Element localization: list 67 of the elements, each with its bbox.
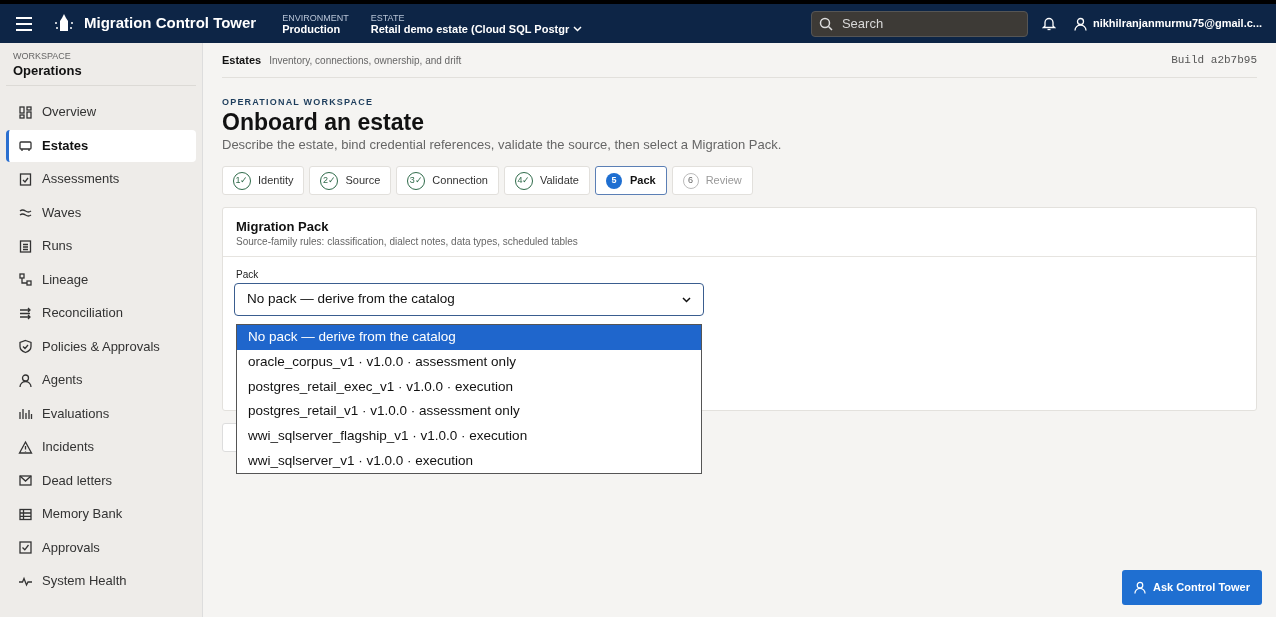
step-tab[interactable]: 5 Pack xyxy=(594,166,667,195)
sidebar-item[interactable]: Memory Bank xyxy=(6,498,196,530)
menu-icon[interactable] xyxy=(16,16,32,31)
sidebar-item[interactable]: Dead letters xyxy=(6,464,196,497)
dropdown-option[interactable]: No pack — derive from the catalog xyxy=(237,325,701,350)
sidebar-item[interactable]: Incidents xyxy=(6,431,196,463)
estate-selector[interactable]: ESTATE Retail demo estate (Cloud SQL Postgr xyxy=(370,12,583,35)
step-tab[interactable]: 1✓ Identity xyxy=(222,166,305,195)
dashboard-icon xyxy=(18,104,33,120)
sidebar-item[interactable]: Overview xyxy=(6,96,196,128)
shield-icon xyxy=(18,339,33,354)
sidebar-item[interactable]: Reconciliation xyxy=(6,297,196,329)
dropdown-option[interactable]: wwi_sqlserver_flagship_v1 · v1.0.0 · execution xyxy=(237,423,701,449)
sidebar-item[interactable]: Approvals xyxy=(6,531,196,564)
search-field[interactable]: Search xyxy=(810,10,1028,37)
step-tab[interactable]: 3✓ Connection xyxy=(396,166,499,195)
chevron-down-icon xyxy=(573,26,583,32)
section-title: Estates xyxy=(222,52,262,68)
page-title: Onboard an estate xyxy=(222,108,425,136)
field-label: Pack xyxy=(236,268,260,281)
document-icon xyxy=(18,238,33,254)
eyebrow-label: OPERATIONAL WORKSPACE xyxy=(222,97,375,108)
sidebar-item[interactable]: Agents xyxy=(6,364,196,396)
card-title: Migration Pack xyxy=(236,219,330,235)
checkbox-icon xyxy=(18,540,33,555)
pack-select[interactable]: No pack — derive from the catalog xyxy=(234,283,704,316)
mail-icon xyxy=(18,473,33,488)
app-title: Migration Control Tower xyxy=(84,13,257,34)
lineage-icon xyxy=(18,272,33,287)
clipboard-icon xyxy=(18,171,33,187)
step-tab[interactable]: 6 Review xyxy=(671,166,753,195)
user-icon xyxy=(1134,581,1146,594)
arrows-icon xyxy=(18,305,33,321)
environment-value: Production xyxy=(282,23,342,35)
build-label: Build a2b7b95 xyxy=(1171,52,1257,68)
sidebar-item[interactable]: Runs xyxy=(6,230,196,262)
sidebar-item[interactable]: Estates xyxy=(6,129,196,162)
environment-label: ENVIRONMENT xyxy=(282,12,349,24)
chevron-down-icon xyxy=(682,296,691,303)
user-email[interactable]: nikhilranjanmurmu75@gmail.c... xyxy=(1092,15,1262,32)
sidebar-item[interactable]: Lineage xyxy=(6,263,196,296)
sidebar-item[interactable]: System Health xyxy=(6,565,196,597)
sidebar-item[interactable]: Evaluations xyxy=(6,397,196,430)
step-number: 5 xyxy=(605,172,622,189)
sidebar-item[interactable]: Policies & Approvals xyxy=(6,330,196,363)
ask-button[interactable]: Ask Control Tower xyxy=(1122,570,1262,605)
section-subtitle: Inventory, connections, ownership, and drift xyxy=(269,53,462,68)
step-tab[interactable]: 2✓ Source xyxy=(309,166,392,195)
workspace-label: WORKSPACE xyxy=(13,51,72,62)
search-icon xyxy=(818,16,833,31)
person-icon xyxy=(18,372,33,388)
bar-chart-icon xyxy=(18,406,33,421)
monitor-icon xyxy=(18,138,33,153)
dropdown-option[interactable]: postgres_retail_v1 · v1.0.0 · assessment only xyxy=(237,399,701,424)
page-description: Describe the estate, bind credential references, validate the source, then select a Migration Pack. xyxy=(222,137,783,153)
table-icon xyxy=(18,506,33,522)
dropdown-option[interactable]: postgres_retail_exec_v1 · v1.0.0 · execution xyxy=(237,374,701,400)
sidebar-item[interactable]: Waves xyxy=(6,196,196,229)
notifications-icon[interactable] xyxy=(1041,16,1056,31)
step-tab[interactable]: 4✓ Validate xyxy=(504,166,590,195)
dropdown-option[interactable]: oracle_corpus_v1 · v1.0.0 · assessment only xyxy=(237,349,701,375)
card-subtitle: Source-family rules: classification, dialect notes, data types, scheduled tables xyxy=(236,235,579,248)
dropdown-option[interactable]: wwi_sqlserver_v1 · v1.0.0 · execution xyxy=(237,448,701,474)
workspace-name: Operations xyxy=(13,62,83,79)
warning-icon xyxy=(18,439,33,455)
sidebar-item[interactable]: Assessments xyxy=(6,163,196,195)
user-icon xyxy=(1073,16,1087,31)
